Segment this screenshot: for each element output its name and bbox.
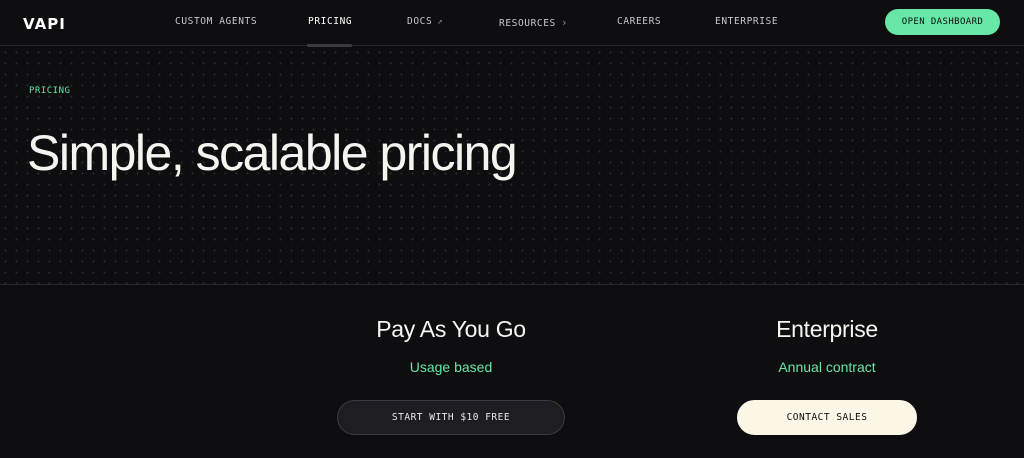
external-link-icon: ↗ — [437, 17, 444, 27]
top-nav: VAPI CUSTOM AGENTS PRICING DOCS ↗ RESOURC… — [0, 0, 1024, 47]
plan-title: Enterprise — [776, 316, 878, 342]
plan-subtitle: Annual contract — [778, 359, 876, 375]
nav-link-docs-label: DOCS — [407, 16, 433, 27]
plan-subtitle: Usage based — [409, 359, 493, 375]
nav-link-docs[interactable]: DOCS ↗ — [407, 16, 443, 27]
vapi-logo[interactable]: VAPI — [23, 15, 66, 33]
nav-link-careers[interactable]: CAREERS — [617, 16, 661, 27]
nav-link-pricing[interactable]: PRICING — [308, 16, 352, 27]
start-free-button[interactable]: START WITH $10 FREE — [337, 400, 565, 435]
nav-link-resources-label: RESOURCES — [499, 18, 556, 29]
page-title: Simple, scalable pricing — [27, 125, 518, 181]
plan-pay-as-you-go: Pay As You Go Usage based START WITH $10… — [321, 286, 581, 458]
contact-sales-button[interactable]: CONTACT SALES — [737, 400, 917, 435]
nav-link-resources[interactable]: RESOURCES › — [499, 16, 568, 29]
open-dashboard-button[interactable]: OPEN DASHBOARD — [885, 9, 1000, 35]
section-eyebrow: PRICING — [29, 86, 71, 96]
plan-title: Pay As You Go — [376, 316, 526, 342]
nav-link-enterprise[interactable]: ENTERPRISE — [715, 16, 778, 27]
chevron-right-icon: › — [560, 16, 569, 29]
nav-link-custom-agents[interactable]: CUSTOM AGENTS — [175, 16, 257, 27]
plan-enterprise: Enterprise Annual contract CONTACT SALES — [697, 286, 957, 458]
